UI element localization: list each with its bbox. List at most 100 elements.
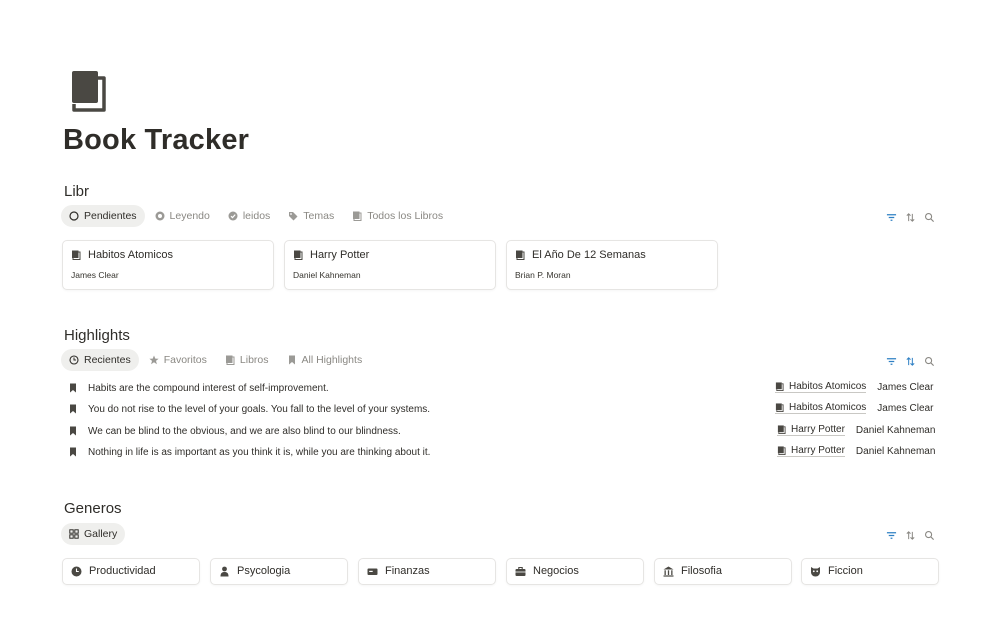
genre-card-finanzas[interactable]: Finanzas xyxy=(358,558,496,585)
highlight-book-link[interactable]: Harry Potter xyxy=(777,424,845,436)
genre-card-filosofia[interactable]: Filosofia xyxy=(654,558,792,585)
tag-icon xyxy=(288,211,298,221)
genre-label: Finanzas xyxy=(385,565,430,577)
tab-label: Gallery xyxy=(84,528,118,540)
filter-icon[interactable] xyxy=(885,211,897,223)
search-icon[interactable] xyxy=(923,355,935,367)
book-card-author: James Clear xyxy=(71,270,119,280)
tab-leyendo[interactable]: Leyendo xyxy=(147,205,218,227)
tab-label: Leyendo xyxy=(169,210,210,222)
genre-card-negocios[interactable]: Negocios xyxy=(506,558,644,585)
tab-label: leidos xyxy=(242,210,271,222)
clock-icon xyxy=(69,355,79,365)
money-icon xyxy=(367,566,378,577)
genre-label: Ficcion xyxy=(828,565,863,577)
grid-icon xyxy=(69,529,79,539)
tab-all-highlights[interactable]: All Highlights xyxy=(279,349,371,371)
genre-card-productividad[interactable]: Productividad xyxy=(62,558,200,585)
book-card[interactable]: Harry Potter Daniel Kahneman xyxy=(284,240,496,290)
highlight-book-link[interactable]: Habitos Atomicos xyxy=(775,402,867,414)
book-icon xyxy=(225,355,235,365)
book-icon xyxy=(71,250,81,260)
highlight-book-link[interactable]: Harry Potter xyxy=(777,445,845,457)
highlight-book-link[interactable]: Habitos Atomicos xyxy=(775,381,867,393)
search-icon[interactable] xyxy=(923,529,935,541)
sort-icon[interactable] xyxy=(904,355,916,367)
circle-icon xyxy=(69,211,79,221)
sort-icon[interactable] xyxy=(904,529,916,541)
genre-label: Productividad xyxy=(89,565,156,577)
tab-recientes[interactable]: Recientes xyxy=(61,349,139,371)
tab-pendientes[interactable]: Pendientes xyxy=(61,205,145,227)
highlight-meta: Habitos Atomicos James Clear xyxy=(775,402,933,414)
tab-todos-los-libros[interactable]: Todos los Libros xyxy=(344,205,451,227)
check-circle-icon xyxy=(228,211,238,221)
bookmark-icon xyxy=(287,355,297,365)
book-card-author: Daniel Kahneman xyxy=(293,270,361,280)
tab-label: Libros xyxy=(239,354,269,366)
person-icon xyxy=(219,566,230,577)
bookmark-icon xyxy=(68,426,78,436)
book-icon xyxy=(293,250,303,260)
genre-label: Filosofia xyxy=(681,565,722,577)
tab-label: All Highlights xyxy=(301,354,363,366)
libr-toolbar xyxy=(885,210,935,224)
highlight-meta: Harry Potter Daniel Kahneman xyxy=(777,424,935,436)
page-title: Book Tracker xyxy=(63,124,250,156)
highlight-book: Harry Potter xyxy=(791,424,845,435)
book-card[interactable]: El Año De 12 Semanas Brian P. Moran xyxy=(506,240,718,290)
book-card-title: Harry Potter xyxy=(310,249,370,261)
book-icon xyxy=(775,382,784,391)
sort-icon[interactable] xyxy=(904,211,916,223)
generos-section-title: Generos xyxy=(64,500,122,517)
half-circle-icon xyxy=(155,211,165,221)
filter-icon[interactable] xyxy=(885,529,897,541)
highlight-meta: Habitos Atomicos James Clear xyxy=(775,381,933,393)
book-icon xyxy=(777,425,786,434)
genre-card-psycologia[interactable]: Psycologia xyxy=(210,558,348,585)
star-icon xyxy=(149,355,159,365)
book-card-author: Brian P. Moran xyxy=(515,270,571,280)
tab-label: Recientes xyxy=(84,354,131,366)
highlight-author: James Clear xyxy=(877,402,934,414)
libr-section-title: Libr xyxy=(64,183,90,200)
highlight-book: Harry Potter xyxy=(791,445,845,456)
highlights-tabs: Recientes Favoritos Libros All Highlight… xyxy=(61,349,370,371)
highlight-author: Daniel Kahneman xyxy=(855,445,936,457)
tab-gallery[interactable]: Gallery xyxy=(61,523,126,545)
tab-temas[interactable]: Temas xyxy=(280,205,342,227)
highlight-book: Habitos Atomicos xyxy=(789,402,867,413)
highlights-section-title: Highlights xyxy=(64,327,130,344)
highlight-author: James Clear xyxy=(877,381,934,393)
highlight-book: Habitos Atomicos xyxy=(789,381,867,392)
book-icon xyxy=(777,446,786,455)
tab-libros[interactable]: Libros xyxy=(217,349,277,371)
bookmark-icon xyxy=(68,383,78,393)
book-card-title: Habitos Atomicos xyxy=(88,249,173,261)
search-icon[interactable] xyxy=(923,211,935,223)
genre-label: Psycologia xyxy=(237,565,291,577)
tab-label: Temas xyxy=(303,210,335,222)
book-card-title: El Año De 12 Semanas xyxy=(532,249,646,261)
book-card[interactable]: Habitos Atomicos James Clear xyxy=(62,240,274,290)
highlights-toolbar xyxy=(885,354,935,368)
tab-label: Pendientes xyxy=(84,210,137,222)
filter-icon[interactable] xyxy=(885,355,897,367)
book-icon xyxy=(352,211,362,221)
generos-toolbar xyxy=(885,528,935,542)
tab-label: Favoritos xyxy=(163,354,207,366)
tab-label: Todos los Libros xyxy=(367,210,444,222)
clock-icon xyxy=(71,566,82,577)
highlight-meta: Harry Potter Daniel Kahneman xyxy=(777,445,935,457)
book-icon xyxy=(70,70,110,112)
bookmark-icon xyxy=(68,404,78,414)
libr-tabs: Pendientes Leyendo leidos Temas Todos lo… xyxy=(61,205,451,227)
tab-leidos[interactable]: leidos xyxy=(220,205,278,227)
building-icon xyxy=(663,566,674,577)
tab-favoritos[interactable]: Favoritos xyxy=(141,349,215,371)
highlight-author: Daniel Kahneman xyxy=(855,424,936,436)
mask-icon xyxy=(810,566,821,577)
book-icon xyxy=(775,403,784,412)
genre-card-ficcion[interactable]: Ficcion xyxy=(801,558,939,585)
generos-tabs: Gallery xyxy=(61,523,126,545)
